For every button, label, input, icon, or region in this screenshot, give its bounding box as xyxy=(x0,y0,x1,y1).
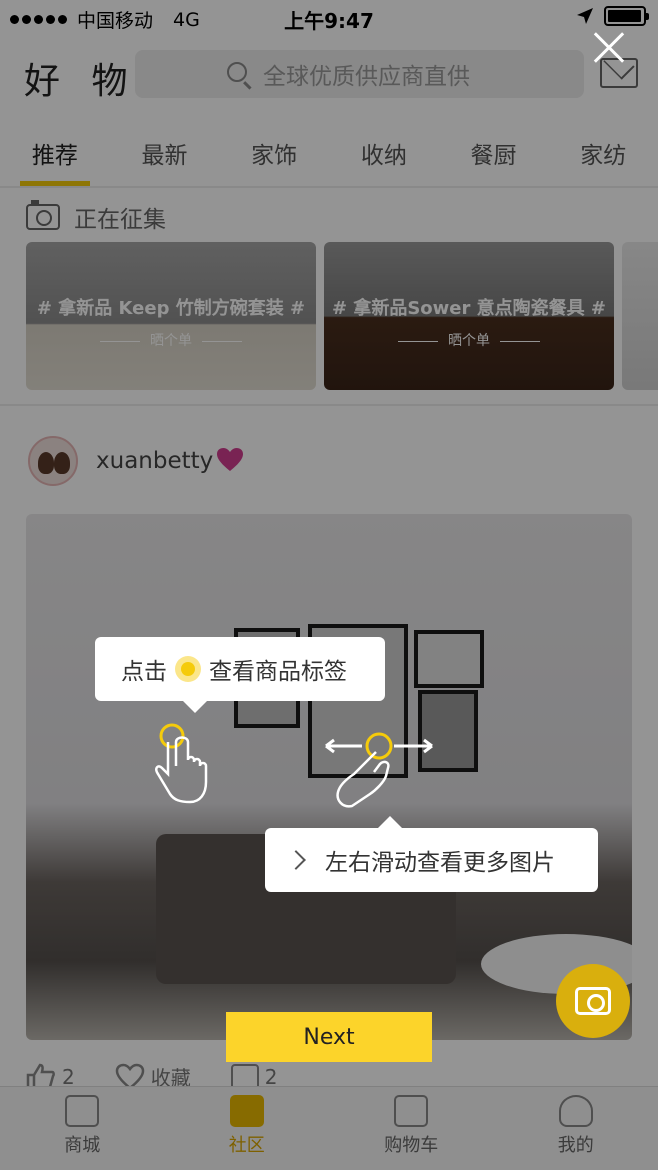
camera-fab[interactable] xyxy=(556,964,630,1038)
chevron-right-icon xyxy=(286,850,306,870)
tooltip-text: 左右滑动查看更多图片 xyxy=(325,850,555,876)
close-icon[interactable] xyxy=(591,30,627,66)
next-button[interactable]: Next xyxy=(226,1012,432,1062)
tag-dot-icon xyxy=(175,656,201,682)
tooltip-text-suffix: 查看商品标签 xyxy=(209,659,347,685)
swipe-tooltip: 左右滑动查看更多图片 xyxy=(265,816,598,892)
camera-icon xyxy=(575,987,611,1015)
tooltip-text-prefix: 点击 xyxy=(121,659,167,685)
tap-tooltip: 点击 查看商品标签 xyxy=(95,637,385,713)
tap-hand-icon xyxy=(155,723,208,804)
swipe-hand-icon xyxy=(325,732,433,808)
